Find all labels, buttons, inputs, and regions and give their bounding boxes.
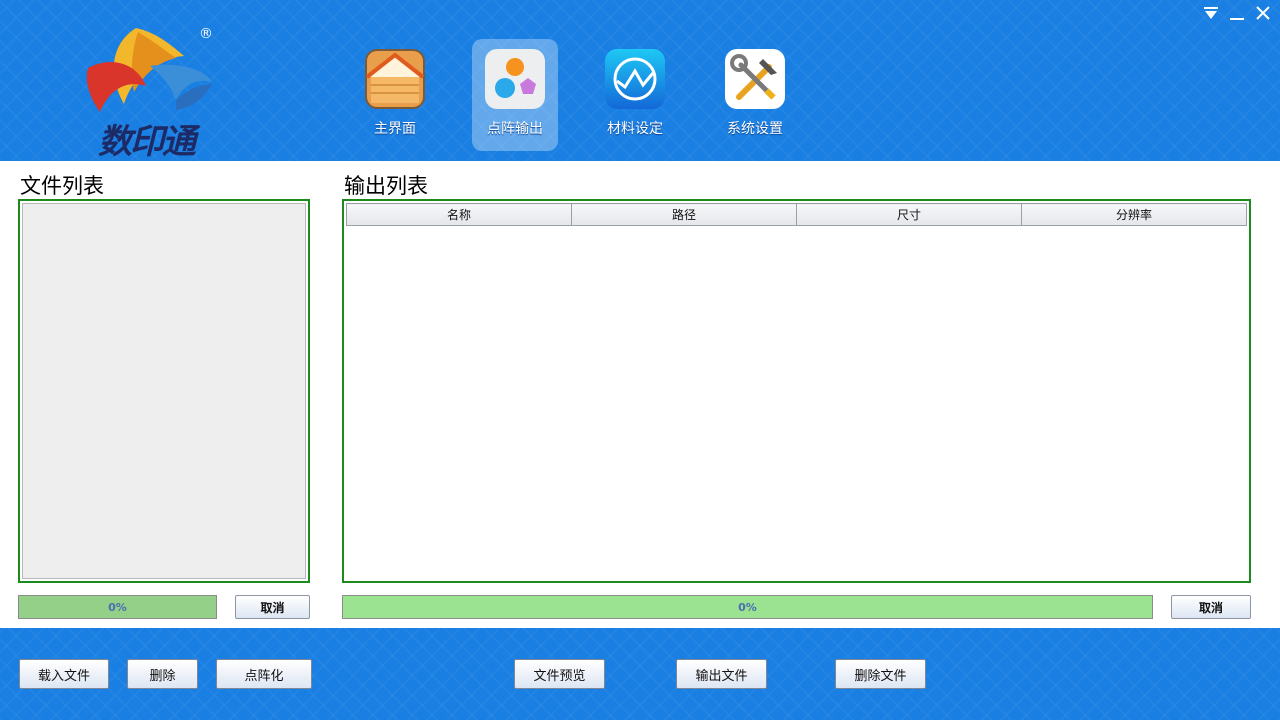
logo-text: 数印通 <box>98 122 196 162</box>
output-cancel-button[interactable]: 取消 <box>1171 595 1251 619</box>
file-progress-text: 0% <box>108 600 127 614</box>
column-header-resolution[interactable]: 分辨率 <box>1021 203 1247 226</box>
load-file-button[interactable]: 载入文件 <box>19 659 109 689</box>
app-footer: 载入文件 删除 点阵化 文件预览 输出文件 删除文件 <box>0 628 1280 720</box>
app-logo: ® 数印通 <box>80 22 220 162</box>
nav-label-home: 主界面 <box>374 121 416 137</box>
dropdown-triangle-icon[interactable] <box>1202 4 1220 22</box>
nav-label-material: 材料设定 <box>607 121 663 137</box>
column-header-path[interactable]: 路径 <box>571 203 797 226</box>
nav-label-dot-matrix: 点阵输出 <box>487 121 543 137</box>
tools-icon <box>725 49 785 109</box>
nav-item-dot-matrix[interactable]: 点阵输出 <box>472 39 558 151</box>
file-progress-bar: 0% <box>18 595 217 619</box>
output-list-panel[interactable]: 名称 路径 尺寸 分辨率 <box>342 199 1251 583</box>
main-nav: 主界面 点阵输出 材料设定 系统设置 <box>352 39 832 151</box>
home-icon <box>365 49 425 109</box>
delete-file-button[interactable]: 删除文件 <box>835 659 926 689</box>
material-chart-icon <box>605 49 665 109</box>
file-cancel-button[interactable]: 取消 <box>235 595 310 619</box>
dot-matrix-icon <box>485 49 545 109</box>
app-header: ® 数印通 主界面 点阵输出 材料设定 系统设置 <box>0 0 1280 162</box>
column-header-name[interactable]: 名称 <box>346 203 572 226</box>
output-list-title: 输出列表 <box>344 174 428 198</box>
column-header-size[interactable]: 尺寸 <box>796 203 1022 226</box>
file-list-title: 文件列表 <box>20 174 104 198</box>
nav-label-system: 系统设置 <box>727 121 783 137</box>
nav-item-material[interactable]: 材料设定 <box>592 39 678 151</box>
preview-file-button[interactable]: 文件预览 <box>514 659 605 689</box>
nav-item-system[interactable]: 系统设置 <box>712 39 798 151</box>
output-progress-bar: 0% <box>342 595 1153 619</box>
window-controls <box>1202 4 1272 22</box>
nav-item-home[interactable]: 主界面 <box>352 39 438 151</box>
minimize-icon[interactable] <box>1228 4 1246 22</box>
output-table[interactable]: 名称 路径 尺寸 分辨率 <box>346 203 1247 226</box>
output-table-header: 名称 路径 尺寸 分辨率 <box>346 203 1247 226</box>
dot-matrix-button[interactable]: 点阵化 <box>216 659 312 689</box>
delete-button[interactable]: 删除 <box>127 659 198 689</box>
close-icon[interactable] <box>1254 4 1272 22</box>
file-list-panel[interactable] <box>18 199 310 583</box>
file-list-area[interactable] <box>22 203 306 579</box>
output-file-button[interactable]: 输出文件 <box>676 659 767 689</box>
output-table-wrapper: 名称 路径 尺寸 分辨率 <box>346 203 1247 226</box>
registered-mark: ® <box>199 26 213 42</box>
output-progress-text: 0% <box>738 600 757 614</box>
